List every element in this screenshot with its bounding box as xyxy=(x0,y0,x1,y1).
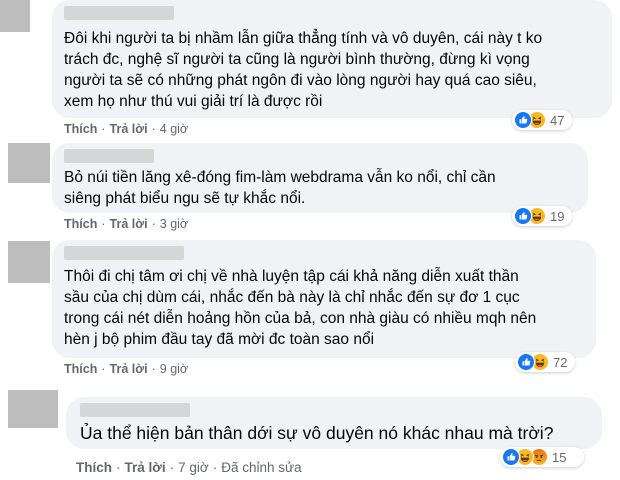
avatar[interactable] xyxy=(8,390,58,428)
timestamp[interactable]: 7 giờ xyxy=(178,460,209,475)
reply-button[interactable]: Trả lời xyxy=(125,460,166,475)
reaction-summary[interactable]: 15 xyxy=(500,447,584,467)
like-reaction-icon xyxy=(517,353,535,371)
comment-4: Ủa thể hiện bản thân dới sự vô duyên nó … xyxy=(0,0,620,480)
separator-dot: · xyxy=(116,460,121,475)
like-reaction-icon xyxy=(514,207,532,225)
comment-actions: Thích · Trả lời · 7 giờ · Đã chỉnh sửa xyxy=(76,460,302,475)
like-reaction-icon xyxy=(514,111,532,129)
separator-dot: · xyxy=(212,460,218,475)
like-button[interactable]: Thích xyxy=(76,460,112,475)
separator-dot: · xyxy=(169,460,175,475)
like-reaction-icon xyxy=(502,448,520,466)
reaction-count: 15 xyxy=(552,449,567,465)
edited-label: Đã chỉnh sửa xyxy=(221,460,302,475)
author-name-redacted[interactable] xyxy=(80,403,190,417)
comment-text: Ủa thể hiện bản thân dới sự vô duyên nó … xyxy=(80,423,554,443)
